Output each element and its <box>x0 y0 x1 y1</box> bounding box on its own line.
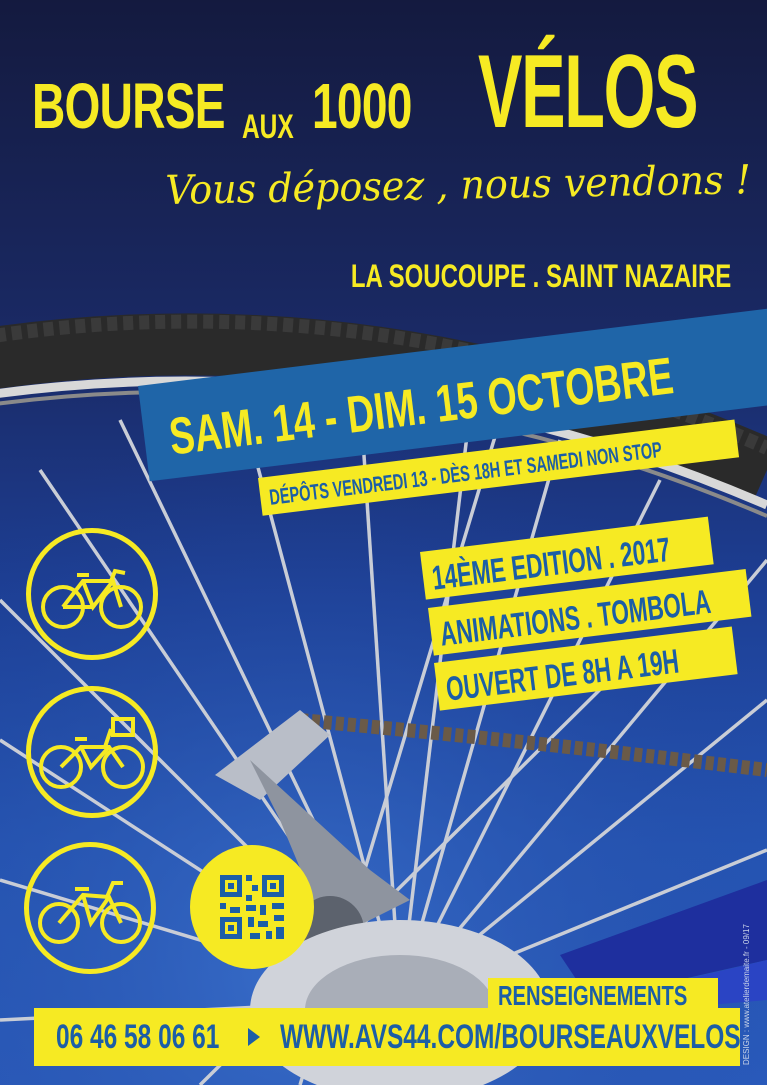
event-poster: BOURSE AUX 1000 VÉLOS Vous déposez , nou… <box>0 0 767 1085</box>
road-bike-icon <box>26 528 158 660</box>
title-word-bourse: BOURSE <box>32 70 226 142</box>
venue: LA SOUCOUPE . SAINT NAZAIRE <box>350 258 731 294</box>
design-credit: DESIGN : www.atelierdemaite.fr - 09/17 <box>742 924 751 1065</box>
qr-code-icon[interactable] <box>190 845 314 969</box>
mountain-bike-icon <box>24 842 156 974</box>
title-word-1000: 1000 <box>312 70 412 142</box>
title-word-velos: VÉLOS <box>478 34 698 150</box>
arrow-right-icon <box>248 1028 260 1046</box>
title-word-aux: AUX <box>242 108 294 146</box>
phone-number[interactable]: 06 46 58 06 61 <box>56 1018 219 1057</box>
website-link[interactable]: WWW.AVS44.COM/BOURSEAUXVELOS <box>280 1018 741 1057</box>
city-bike-icon <box>26 686 158 818</box>
